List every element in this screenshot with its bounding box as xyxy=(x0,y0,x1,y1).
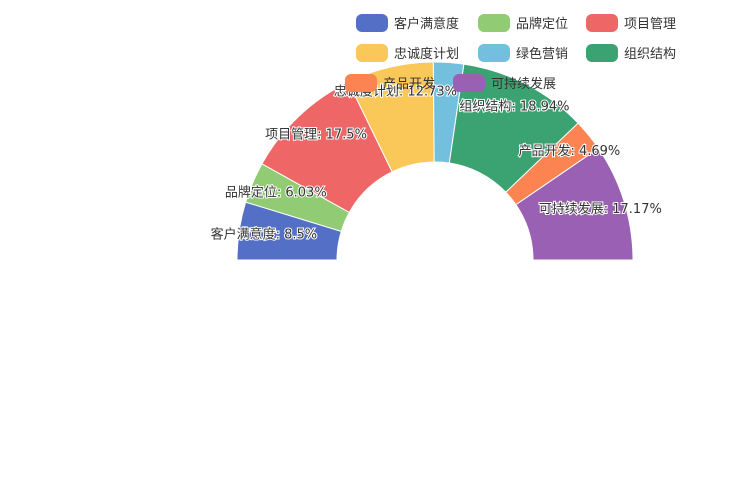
legend-label-2[interactable]: 品牌定位 xyxy=(516,16,568,32)
legend-label-6[interactable]: 组织结构 xyxy=(624,47,676,62)
chart-container: 客户满意度: 8.5% 品牌定位: 6.03% 项目管理: 17.5% 忠诚度计划: … xyxy=(0,0,750,500)
legend-label-3[interactable]: 项目管理 xyxy=(624,17,676,32)
slice-label-8: 可持续发展: 17.17% xyxy=(539,201,662,217)
slice-label-3: 项目管理: 17.5% xyxy=(265,127,367,142)
half-donut-chart: 客户满意度: 8.5%品牌定位: 6.03%项目管理: 17.5%忠诚度计划: … xyxy=(210,14,676,261)
legend-label-4[interactable]: 忠诚度计划 xyxy=(394,46,459,62)
chart-legend: 客户满意度 品牌定位 项目管理忠诚度计划 绿色营销 组织结构产品开发 可持续发展 xyxy=(345,14,676,92)
legend-label-8[interactable]: 可持续发展 xyxy=(491,76,556,92)
legend-swatch-3[interactable] xyxy=(586,14,618,32)
slice-label-7: 产品开发: 4.69% xyxy=(518,143,620,159)
slice-label-2: 品牌定位: 6.03% xyxy=(225,184,327,200)
legend-swatch-4[interactable] xyxy=(356,44,388,62)
legend-label-5[interactable]: 绿色营销 xyxy=(516,46,568,62)
legend-swatch-5[interactable] xyxy=(478,44,510,62)
legend-label-7[interactable]: 产品开发 xyxy=(383,76,435,92)
legend-swatch-6[interactable] xyxy=(586,44,618,62)
slice-label-6: 组织结构: 18.94% xyxy=(459,99,569,114)
legend-swatch-2[interactable] xyxy=(478,14,510,32)
slice-label-1: 客户满意度: 8.5% xyxy=(211,226,318,242)
legend-swatch-1[interactable] xyxy=(356,14,388,32)
legend-label-1[interactable]: 客户满意度 xyxy=(394,16,459,32)
legend-swatch-7[interactable] xyxy=(345,74,377,92)
legend-swatch-8[interactable] xyxy=(453,74,485,92)
